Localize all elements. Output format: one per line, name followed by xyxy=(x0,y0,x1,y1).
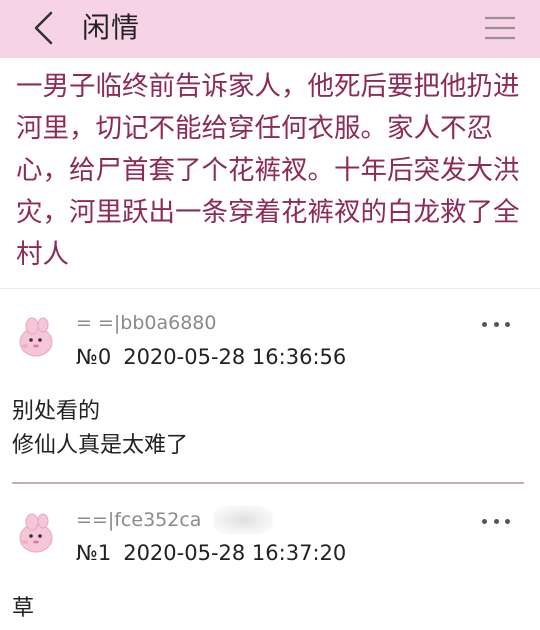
reply-timestamp: 2020-05-28 16:36:56 xyxy=(123,345,347,369)
more-options-button[interactable] xyxy=(482,514,510,528)
avatar[interactable] xyxy=(12,508,60,556)
reply-number: №1 xyxy=(76,541,112,565)
post-divider xyxy=(0,288,540,289)
reply-line: 草 xyxy=(12,596,35,621)
reply-meta: №0 2020-05-28 16:36:56 xyxy=(76,342,346,372)
app-header: 闲情 xyxy=(0,0,540,58)
reply-line: 修仙人真是太难了 xyxy=(12,433,189,458)
reply-author[interactable]: = =|bb0a6880 xyxy=(76,310,217,336)
page-title: 闲情 xyxy=(82,11,141,44)
pink-mascot-avatar-icon xyxy=(19,317,53,357)
reply-divider xyxy=(12,482,524,484)
reply-timestamp: 2020-05-28 16:37:20 xyxy=(123,541,347,565)
chevron-left-icon xyxy=(34,11,53,45)
reply-author[interactable]: ==|fce352ca xyxy=(76,507,201,533)
back-button[interactable] xyxy=(28,8,58,48)
blur-watermark xyxy=(213,506,273,534)
menu-button[interactable] xyxy=(482,12,518,44)
post-body-text: 一男子临终前告诉家人，他死后要把他扔进河里，切记不能给穿任何衣服。家人不忍心，给… xyxy=(16,71,520,270)
reply-meta: №1 2020-05-28 16:37:20 xyxy=(76,538,346,568)
hamburger-menu-icon xyxy=(485,16,515,40)
reply-number: №0 xyxy=(76,345,112,369)
avatar[interactable] xyxy=(12,312,60,360)
reply-content: 草 xyxy=(12,592,522,626)
more-options-button[interactable] xyxy=(482,317,510,331)
reply-content: 别处看的 修仙人真是太难了 xyxy=(12,395,522,463)
more-dots-icon xyxy=(482,321,487,327)
reply-line: 别处看的 xyxy=(12,399,101,424)
pink-mascot-avatar-icon xyxy=(19,513,53,553)
more-dots-icon xyxy=(482,518,487,524)
